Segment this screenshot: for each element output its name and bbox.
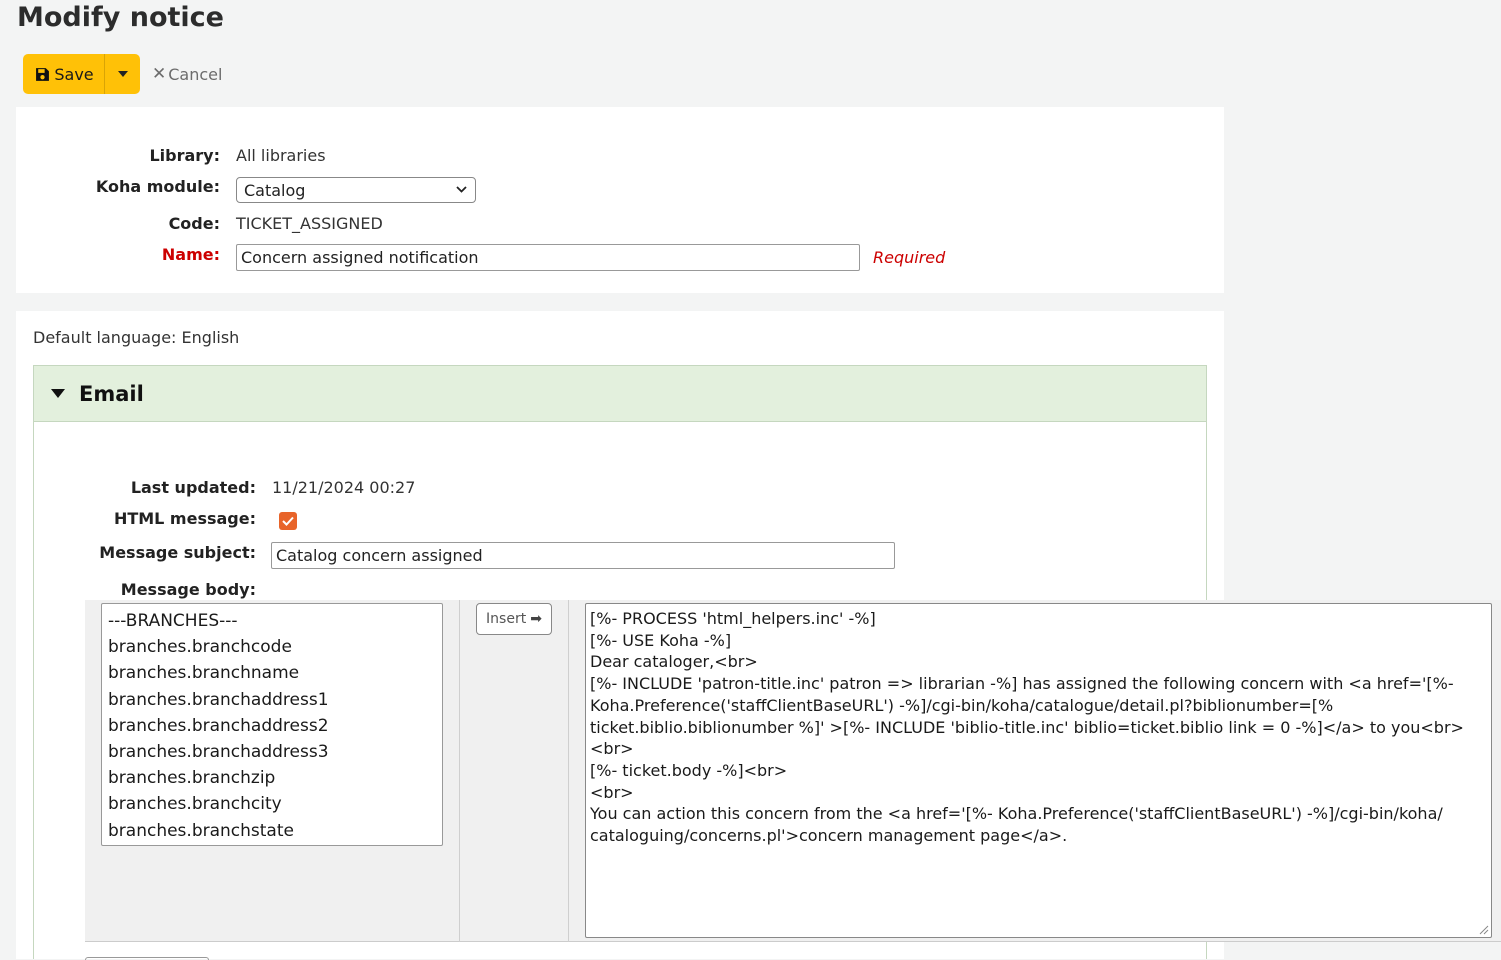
list-item[interactable]: branches.branchname: [102, 660, 442, 686]
caret-down-icon: [117, 71, 128, 77]
save-options-dropdown-button[interactable]: [104, 54, 140, 94]
collapse-triangle-icon: [51, 389, 65, 398]
body-line: You can action this concern from the <a …: [590, 804, 1443, 824]
notice-details-panel: Library: All libraries Koha module: Cata…: [16, 107, 1224, 293]
body-line: ticket.biblio.biblionumber %]' >[%- INCL…: [590, 717, 1464, 737]
library-value: All libraries: [236, 146, 326, 165]
column-divider: [459, 600, 460, 942]
cancel-link[interactable]: ✕ Cancel: [152, 64, 222, 84]
library-label: Library:: [149, 146, 220, 165]
body-line: [%- ticket.body -%]<br>: [590, 760, 788, 780]
toolbar: Save ✕ Cancel: [23, 54, 222, 94]
body-line: <br>: [590, 782, 634, 802]
column-divider: [568, 600, 569, 942]
page-title: Modify notice: [17, 2, 224, 33]
template-fields-list[interactable]: ---BRANCHES--- branches.branchcode branc…: [101, 603, 443, 846]
name-label: Name:: [161, 245, 220, 264]
list-item[interactable]: branches.branchzip: [102, 765, 442, 791]
body-line: [%- USE Koha -%]: [590, 630, 732, 650]
check-icon: [282, 516, 294, 526]
body-line: cataloguing/concerns.pl'>concern managem…: [590, 826, 1068, 846]
list-item[interactable]: branches.branchcode: [102, 634, 442, 660]
list-item[interactable]: branches.branchaddress2: [102, 713, 442, 739]
floppy-disk-icon: [36, 67, 50, 81]
email-section-header[interactable]: Email: [34, 366, 1206, 422]
module-select-value: Catalog: [244, 180, 306, 200]
insert-button[interactable]: Insert ➡: [476, 603, 552, 635]
email-section-title: Email: [79, 381, 144, 406]
required-note: Required: [873, 248, 946, 267]
save-button[interactable]: Save: [23, 54, 104, 94]
list-item[interactable]: branches.branchstate: [102, 818, 442, 844]
last-updated-label: Last updated:: [130, 478, 256, 497]
body-line: [%- PROCESS 'html_helpers.inc' -%]: [590, 609, 876, 628]
arrow-right-icon: ➡: [530, 611, 542, 627]
html-message-label: HTML message:: [113, 509, 256, 528]
default-language-value: English: [181, 328, 240, 347]
list-item[interactable]: branches.branchcity: [102, 791, 442, 817]
module-select[interactable]: Catalog: [236, 177, 476, 203]
code-value: TICKET_ASSIGNED: [236, 214, 383, 233]
default-language: Default language: English: [33, 328, 239, 347]
last-updated-value: 11/21/2024 00:27: [272, 478, 416, 497]
list-item[interactable]: ---BRANCHES---: [102, 608, 442, 634]
body-line: [%- INCLUDE 'patron-title.inc' patron =>…: [590, 674, 1454, 694]
name-input[interactable]: Concern assigned notification: [236, 244, 860, 271]
close-icon: ✕: [152, 64, 167, 84]
save-button-label: Save: [54, 64, 94, 84]
cancel-label: Cancel: [168, 64, 223, 84]
message-subject-label: Message subject:: [99, 543, 256, 562]
list-item[interactable]: branches.branchaddress3: [102, 739, 442, 765]
default-language-label: Default language:: [33, 328, 177, 347]
message-body-label: Message body:: [120, 580, 256, 599]
module-label: Koha module:: [95, 177, 220, 196]
message-body-textarea[interactable]: [%- PROCESS 'html_helpers.inc' -%] [%- US…: [585, 603, 1492, 938]
resize-handle-icon[interactable]: [1479, 925, 1489, 935]
body-line: Dear cataloger,<br>: [590, 652, 758, 672]
html-message-checkbox[interactable]: [279, 512, 297, 530]
body-line: <br>: [590, 739, 634, 759]
body-line: Koha.Preference('staffClientBaseURL') -%…: [590, 695, 1334, 715]
insert-button-label: Insert: [486, 611, 527, 627]
message-body-editor: ---BRANCHES--- branches.branchcode branc…: [85, 600, 1501, 942]
code-label: Code:: [168, 214, 220, 233]
message-subject-input[interactable]: Catalog concern assigned: [271, 542, 895, 569]
list-item[interactable]: branches.branchaddress1: [102, 687, 442, 713]
chevron-down-icon: [456, 186, 467, 193]
